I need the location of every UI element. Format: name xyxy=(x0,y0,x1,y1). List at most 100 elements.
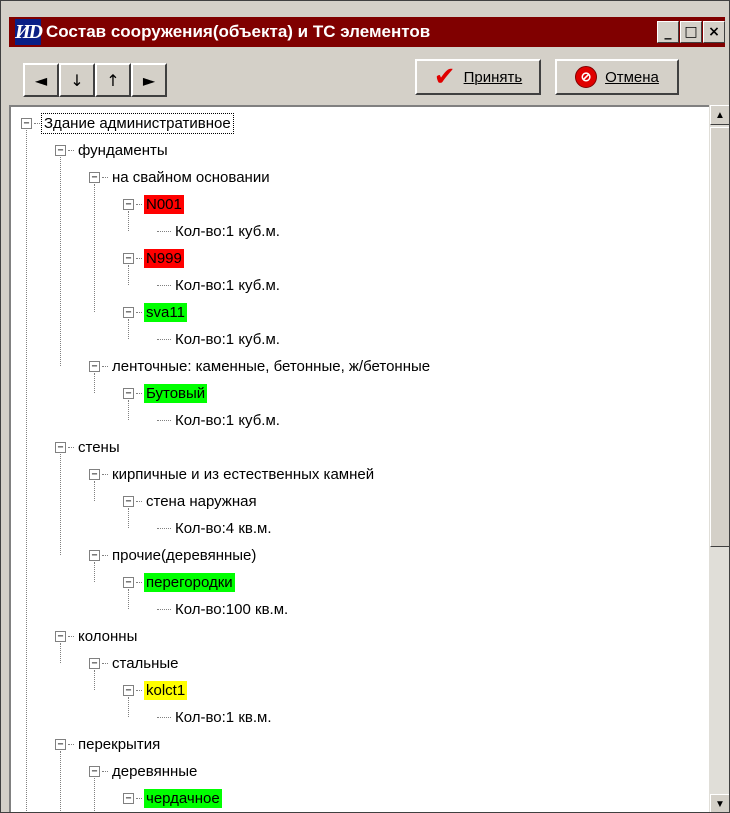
tree-node[interactable]: − перекрытия xyxy=(55,731,162,758)
tree-connector xyxy=(102,770,108,773)
checkmark-icon: ✔ xyxy=(433,62,456,92)
tree-node[interactable]: − sva11 xyxy=(123,299,187,326)
collapse-icon[interactable]: − xyxy=(123,307,134,318)
tree-node[interactable]: − стена наружная xyxy=(123,488,259,515)
tree-node-label: Кол-во:1 куб.м. xyxy=(175,331,280,348)
tree-leaf[interactable]: Кол-во:100 кв.м. xyxy=(157,596,290,623)
tree-node[interactable]: − на свайном основании xyxy=(89,164,272,191)
tree-leaf[interactable]: Кол-во:1 куб.м. xyxy=(157,407,282,434)
collapse-icon[interactable]: − xyxy=(55,631,66,642)
collapse-icon[interactable]: − xyxy=(89,469,100,480)
tree-leaf[interactable]: Кол-во:4 кв.м. xyxy=(157,515,274,542)
tree-connector xyxy=(157,608,171,611)
tree-connector xyxy=(26,130,27,812)
tree-connector xyxy=(136,689,142,692)
collapse-icon[interactable]: − xyxy=(55,145,66,156)
collapse-icon[interactable]: − xyxy=(89,172,100,183)
tree-connector xyxy=(157,284,171,287)
minimize-button[interactable]: _ xyxy=(657,21,679,43)
tree-node-label: Кол-во:1 куб.м. xyxy=(175,412,280,429)
tree-leaf[interactable]: Кол-во:1 куб.м. xyxy=(157,326,282,353)
collapse-icon[interactable]: − xyxy=(123,496,134,507)
tree-connector xyxy=(128,265,129,285)
tree-leaf[interactable]: Кол-во:1 кв.м. xyxy=(157,704,274,731)
arrow-left-icon: ◄ xyxy=(34,70,48,90)
tree-node[interactable]: − N999 xyxy=(123,245,184,272)
scroll-down-arrow-icon[interactable]: ▼ xyxy=(710,794,729,812)
tree-node[interactable]: − стальные xyxy=(89,650,181,677)
move-right-button[interactable]: ► xyxy=(131,63,167,97)
tree-connector xyxy=(136,203,142,206)
tree-connector xyxy=(136,500,142,503)
collapse-icon[interactable]: − xyxy=(123,388,134,399)
tree-node[interactable]: − деревянные xyxy=(89,758,199,785)
close-button[interactable]: × xyxy=(703,21,725,43)
move-left-button[interactable]: ◄ xyxy=(23,63,59,97)
tree-connector xyxy=(157,527,171,530)
structure-tree[interactable]: − Здание административное − фундаменты − на с… xyxy=(9,105,709,812)
tree-node-label: на свайном основании xyxy=(112,169,270,186)
collapse-icon[interactable]: − xyxy=(123,253,134,264)
collapse-icon[interactable]: − xyxy=(55,442,66,453)
collapse-icon[interactable]: − xyxy=(123,685,134,696)
tree-node-label: Кол-во:1 куб.м. xyxy=(175,223,280,240)
title-bar[interactable]: ИD Состав сооружения(объекта) и ТС элеме… xyxy=(9,17,725,47)
tree-node[interactable]: − фундаменты xyxy=(55,137,170,164)
tree-node[interactable]: − чердачное xyxy=(123,785,222,812)
tree-connector xyxy=(68,743,74,746)
tree-connector xyxy=(157,338,171,341)
maximize-button[interactable]: □ xyxy=(680,21,702,43)
tree-node[interactable]: − перегородки xyxy=(123,569,235,596)
collapse-icon[interactable]: − xyxy=(89,361,100,372)
toolbar: ◄ ↓ ↑ ► ✔ Принять ⊘ Отмена xyxy=(9,51,725,101)
move-down-button[interactable]: ↓ xyxy=(59,63,95,97)
collapse-icon[interactable]: − xyxy=(123,577,134,588)
tree-node-label: перекрытия xyxy=(78,736,161,753)
accept-button[interactable]: ✔ Принять xyxy=(415,59,541,95)
tree-node[interactable]: − Бутовый xyxy=(123,380,208,407)
tree-node[interactable]: − N001 xyxy=(123,191,184,218)
tree-connector xyxy=(94,562,95,582)
tree-node[interactable]: − прочие(деревянные) xyxy=(89,542,258,569)
collapse-icon[interactable]: − xyxy=(123,793,134,804)
tree-node-label: деревянные xyxy=(112,763,198,780)
tree-node[interactable]: − колонны xyxy=(55,623,139,650)
tree-connector xyxy=(128,589,129,609)
tree-node-label: Кол-во:1 куб.м. xyxy=(175,277,280,294)
tree-connector xyxy=(128,211,129,231)
tree-node[interactable]: − kolct1 xyxy=(123,677,188,704)
tree-connector xyxy=(94,373,95,393)
tree-leaf[interactable]: Кол-во:1 куб.м. xyxy=(157,218,282,245)
tree-node-label: Кол-во:100 кв.м. xyxy=(175,601,289,618)
collapse-icon[interactable]: − xyxy=(21,118,32,129)
scroll-up-arrow-icon[interactable]: ▲ xyxy=(710,105,729,125)
vertical-scrollbar[interactable]: ▲ ▼ xyxy=(709,105,729,812)
collapse-icon[interactable]: − xyxy=(89,766,100,777)
tree-connector xyxy=(128,697,129,717)
tree-node-label: N999 xyxy=(144,249,184,268)
tree-connector xyxy=(102,365,108,368)
arrow-down-icon: ↓ xyxy=(70,70,84,90)
collapse-icon[interactable]: − xyxy=(89,658,100,669)
scrollbar-thumb[interactable] xyxy=(710,127,729,547)
tree-node[interactable]: − ленточные: каменные, бетонные, ж/бетонн… xyxy=(89,353,432,380)
tree-node[interactable]: − кирпичные и из естественных камней xyxy=(89,461,376,488)
arrow-right-icon: ► xyxy=(142,70,156,90)
tree-node[interactable]: − Здание административное xyxy=(21,110,234,137)
collapse-icon[interactable]: − xyxy=(89,550,100,561)
cancel-button[interactable]: ⊘ Отмена xyxy=(555,59,679,95)
tree-connector xyxy=(34,122,40,125)
tree-node-label: Бутовый xyxy=(144,384,208,403)
tree-node-label: kolct1 xyxy=(144,681,188,700)
tree-connector xyxy=(128,319,129,339)
tree-node-label: стена наружная xyxy=(146,493,257,510)
window-title: Состав сооружения(объекта) и ТС элементо… xyxy=(46,22,431,41)
tree-node-label: чердачное xyxy=(144,789,222,808)
tree-node-label: кирпичные и из естественных камней xyxy=(112,466,375,483)
collapse-icon[interactable]: − xyxy=(55,739,66,750)
collapse-icon[interactable]: − xyxy=(123,199,134,210)
move-up-button[interactable]: ↑ xyxy=(95,63,131,97)
tree-leaf[interactable]: Кол-во:1 куб.м. xyxy=(157,272,282,299)
tree-connector xyxy=(157,230,171,233)
tree-node[interactable]: − стены xyxy=(55,434,122,461)
